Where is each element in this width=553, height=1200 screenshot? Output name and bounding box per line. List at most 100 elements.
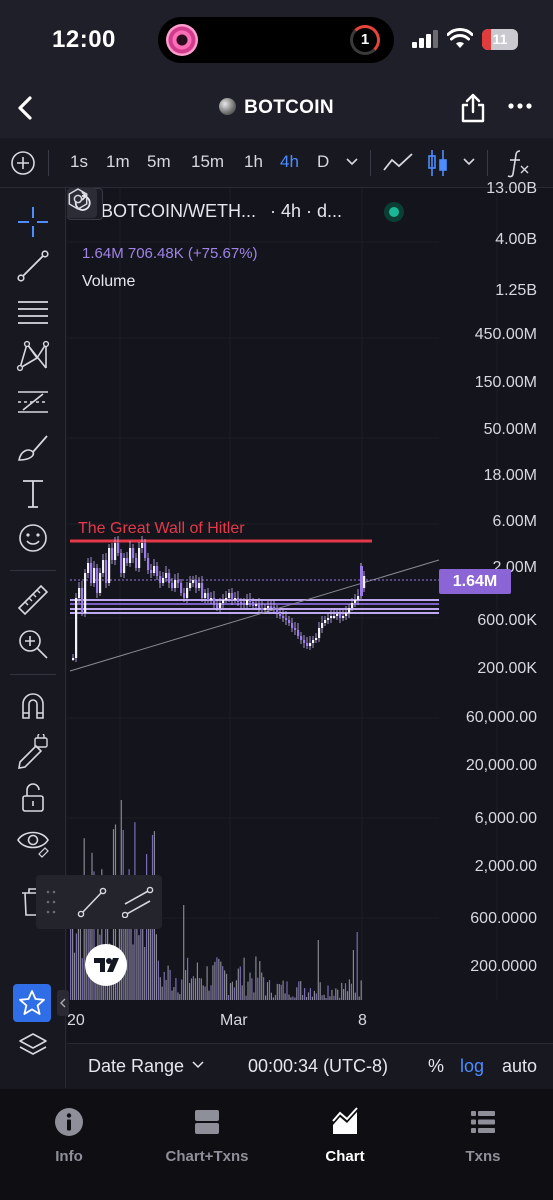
visibility-icon[interactable]	[15, 824, 51, 860]
pattern-icon[interactable]	[15, 338, 51, 374]
candle-body	[252, 602, 255, 606]
timezone-clock[interactable]: 00:00:34 (UTC-8)	[248, 1056, 388, 1077]
candle-body	[306, 643, 309, 646]
chevron-down-icon[interactable]	[462, 157, 476, 167]
current-price-tag: 1.64M	[439, 569, 511, 594]
magnet-icon[interactable]	[15, 688, 51, 724]
candle-body	[180, 583, 183, 593]
chevron-down-icon[interactable]	[192, 1061, 204, 1069]
drag-handle-icon[interactable]	[46, 889, 56, 915]
volume-bar	[224, 970, 226, 1000]
battery-icon: 11	[482, 29, 518, 50]
volume-bar	[208, 990, 210, 1000]
lock-drawings-icon[interactable]	[15, 734, 51, 770]
y-tick-label: 60,000.00	[465, 709, 537, 726]
line-chart-icon[interactable]	[382, 150, 414, 176]
status-time: 12:00	[52, 26, 116, 53]
timeframe-4h[interactable]: 4h	[280, 152, 299, 172]
tradingview-logo[interactable]	[85, 944, 127, 986]
timeframe-D[interactable]: D	[317, 152, 329, 172]
volume-bar	[130, 927, 132, 1000]
crosshair-icon[interactable]	[15, 204, 51, 240]
candle-body	[108, 548, 111, 583]
volume-bar	[73, 952, 76, 1000]
volume-bar	[317, 940, 319, 1000]
trend-line-icon[interactable]	[76, 886, 108, 918]
trend-line-icon[interactable]	[15, 248, 51, 284]
list-icon	[471, 1111, 495, 1133]
floating-drawing-panel[interactable]	[36, 875, 162, 929]
volume-bar	[247, 981, 249, 1000]
favorites-star-button[interactable]	[13, 984, 51, 1022]
log-scale-toggle[interactable]: log	[460, 1056, 484, 1077]
legend-interval: · 4h · d...	[270, 201, 343, 221]
volume-bar	[307, 992, 310, 1000]
volume-bar	[284, 993, 286, 1000]
nav-info[interactable]: Info	[14, 1107, 124, 1165]
candle-body	[285, 618, 288, 620]
volume-bar	[298, 981, 300, 1000]
drawing-text-label[interactable]: The Great Wall of Hitler	[78, 520, 245, 538]
volume-bar	[327, 985, 329, 1000]
candle-body	[258, 604, 261, 608]
layers-icon[interactable]	[17, 1030, 49, 1062]
candle-body	[72, 658, 75, 660]
collapse-sidebar-handle[interactable]	[57, 990, 69, 1016]
zoom-in-icon[interactable]	[15, 626, 51, 662]
add-symbol-icon[interactable]	[10, 150, 36, 176]
text-tool-icon[interactable]	[15, 476, 51, 512]
timeframe-1s[interactable]: 1s	[70, 152, 88, 172]
candle-body	[216, 603, 219, 608]
volume-bar	[329, 996, 331, 1000]
token-icon	[219, 98, 237, 115]
unlock-icon[interactable]	[15, 780, 51, 816]
volume-bar	[167, 965, 169, 1000]
volume-bar	[344, 983, 347, 1000]
candle-body	[303, 640, 306, 643]
legend-pair[interactable]: BOTCOIN/WETH...	[101, 201, 256, 221]
timeframe-5m[interactable]: 5m	[147, 152, 171, 172]
share-button[interactable]	[460, 92, 486, 124]
ruler-icon[interactable]	[15, 582, 51, 618]
dynamic-island[interactable]: 1	[158, 17, 394, 63]
more-options-button[interactable]	[508, 102, 532, 110]
candle-body	[249, 600, 252, 602]
timeframe-15m[interactable]: 15m	[191, 152, 224, 172]
price-chart[interactable]: BOTCOIN/WETH... · 4h · d... 1.64M 706.48K…	[36, 180, 553, 1088]
legend-values: 1.64M 706.48K (+75.67%)	[82, 245, 258, 262]
percent-scale-toggle[interactable]: %	[428, 1056, 444, 1077]
volume-bar	[272, 997, 274, 1000]
nav-chart-txns[interactable]: Chart+Txns	[152, 1107, 262, 1165]
volume-bar	[235, 980, 237, 1000]
fib-retracement-icon[interactable]	[15, 294, 51, 330]
date-range-button[interactable]: Date Range	[88, 1056, 184, 1077]
y-tick-label: 450.00M	[474, 326, 537, 343]
emoji-icon[interactable]	[15, 520, 51, 556]
nav-txns[interactable]: Txns	[428, 1107, 538, 1165]
parallel-channel-icon[interactable]	[122, 886, 154, 918]
prediction-icon[interactable]	[15, 384, 51, 420]
volume-bar	[265, 995, 267, 1000]
volume-bar	[190, 978, 193, 1000]
brush-icon[interactable]	[15, 430, 51, 466]
chart-settings-icon[interactable]	[67, 188, 89, 210]
candle-body	[87, 563, 90, 573]
candle-body	[174, 580, 177, 588]
indicators-icon[interactable]	[506, 148, 530, 178]
candle-body	[147, 558, 150, 570]
nav-chart[interactable]: Chart	[290, 1107, 400, 1165]
volume-bar	[321, 995, 323, 1000]
candle-body	[240, 602, 243, 604]
candle-body	[273, 607, 276, 609]
candle-body	[123, 558, 126, 573]
timeframe-1h[interactable]: 1h	[244, 152, 263, 172]
volume-bar	[222, 966, 224, 1000]
volume-bar	[294, 997, 296, 1000]
volume-bar	[255, 956, 257, 1000]
candles-icon[interactable]	[427, 148, 449, 178]
timeframe-1m[interactable]: 1m	[106, 152, 130, 172]
volume-bar	[315, 993, 317, 1000]
auto-scale-toggle[interactable]: auto	[502, 1056, 537, 1077]
volume-bar	[356, 932, 358, 1000]
chevron-down-icon[interactable]	[345, 157, 359, 167]
